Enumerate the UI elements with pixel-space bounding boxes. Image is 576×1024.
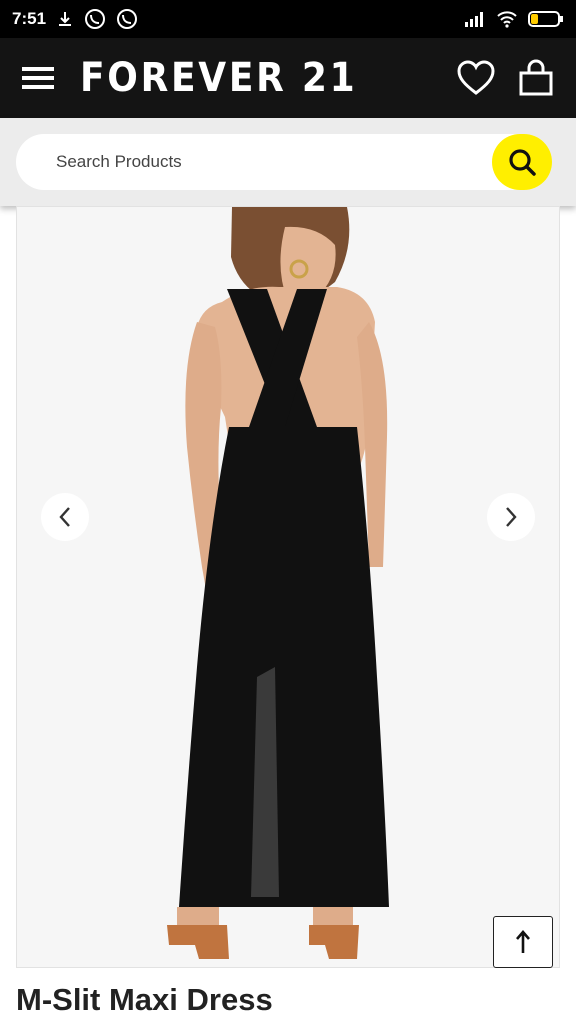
menu-icon[interactable]	[22, 64, 54, 92]
heart-icon[interactable]	[456, 59, 496, 97]
status-bar: 7:51	[0, 0, 576, 38]
next-image-button[interactable]	[487, 493, 535, 541]
product-image	[17, 207, 559, 967]
search-bar	[0, 118, 576, 206]
battery-icon	[528, 11, 563, 27]
scroll-to-top-button[interactable]	[493, 916, 553, 968]
search-button[interactable]	[492, 134, 552, 190]
product-image-carousel[interactable]	[16, 206, 560, 968]
signal-icon	[465, 12, 483, 27]
brand-logo[interactable]: FOREVER 21	[80, 55, 357, 101]
status-time: 7:51	[12, 9, 47, 28]
arrow-up-icon	[516, 930, 530, 953]
viber-icon	[117, 9, 138, 29]
chevron-left-icon	[59, 507, 70, 527]
previous-image-button[interactable]	[41, 493, 89, 541]
download-icon	[59, 12, 72, 26]
viber-icon	[85, 9, 106, 29]
app-header: FOREVER 21	[0, 38, 576, 118]
chevron-right-icon	[506, 507, 517, 527]
bag-icon[interactable]	[518, 59, 554, 97]
search-icon	[509, 149, 536, 176]
search-input[interactable]	[56, 134, 476, 190]
search-field	[16, 134, 552, 190]
wifi-icon	[497, 11, 517, 28]
product-title: M-Slit Maxi Dress	[16, 982, 273, 1017]
